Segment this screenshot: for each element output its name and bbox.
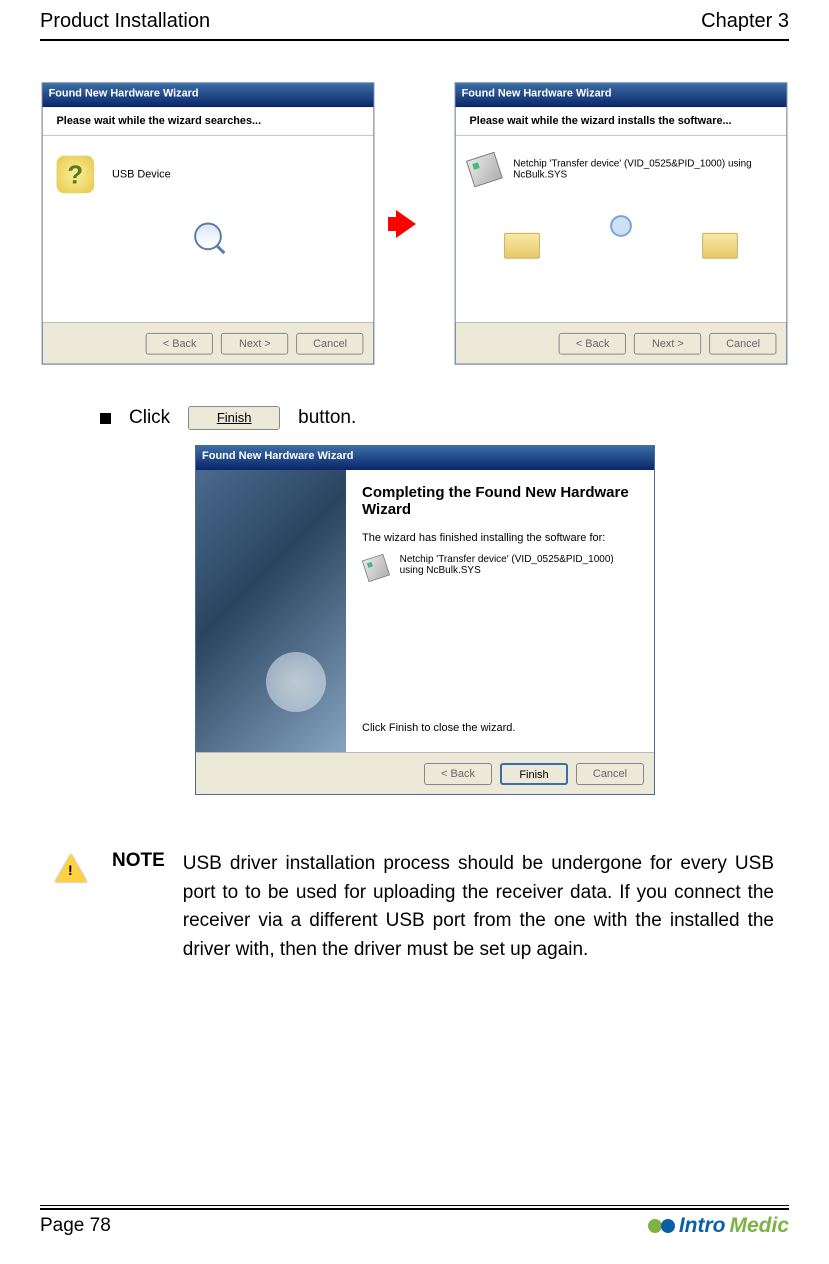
finish-button-inline-label: Finish — [217, 410, 252, 425]
header-left: Product Installation — [40, 10, 210, 33]
logo-text-1: Intro — [679, 1214, 726, 1238]
wizard3-cancel-button[interactable]: Cancel — [576, 763, 644, 785]
search-icon — [194, 223, 222, 251]
wizard1-body: USB Device — [43, 136, 374, 322]
warning-icon — [55, 854, 87, 882]
wizard3-buttons: < Back Finish Cancel — [196, 752, 654, 794]
wizard-install: Found New Hardware Wizard Please wait wh… — [454, 82, 787, 364]
wizard2-subhead: Please wait while the wizard installs th… — [455, 107, 786, 136]
wizard-search: Found New Hardware Wizard Please wait wh… — [42, 82, 375, 364]
red-arrow-icon — [396, 210, 416, 238]
wizard3-line1: The wizard has finished installing the s… — [362, 532, 638, 544]
wizard3-finish-button[interactable]: Finish — [500, 763, 568, 785]
wizard3-back-button[interactable]: < Back — [424, 763, 492, 785]
folder-icon — [504, 233, 540, 259]
wizard3-side-graphic — [196, 470, 346, 752]
bullet-click-text: Click — [129, 407, 170, 429]
logo-dot-blue — [661, 1219, 675, 1233]
logo-text-2: Medic — [729, 1214, 789, 1238]
logo-dot-green — [648, 1219, 662, 1233]
wizard2-next-button[interactable]: Next > — [634, 332, 701, 354]
wizard3-line2: Netchip 'Transfer device' (VID_0525&PID_… — [400, 554, 638, 576]
question-icon — [57, 156, 95, 194]
note-block: NOTE USB driver installation process sho… — [40, 850, 789, 964]
wizard1-next-button[interactable]: Next > — [221, 332, 288, 354]
wizard-complete: Found New Hardware Wizard Completing the… — [195, 445, 655, 795]
wizard1-buttons: < Back Next > Cancel — [43, 322, 374, 364]
square-bullet-icon — [100, 413, 111, 424]
page-number: Page 78 — [40, 1215, 111, 1237]
wizard2-back-button[interactable]: < Back — [559, 332, 626, 354]
header-rule — [40, 39, 789, 41]
wizard3-heading: Completing the Found New Hardware Wizard — [362, 484, 638, 518]
wizard2-buttons: < Back Next > Cancel — [455, 322, 786, 364]
device-card-icon-2 — [362, 554, 390, 582]
wizard1-back-button[interactable]: < Back — [146, 332, 213, 354]
wizard1-cancel-button[interactable]: Cancel — [296, 332, 363, 354]
wizard1-subhead: Please wait while the wizard searches... — [43, 107, 374, 136]
wizard3-line3: Click Finish to close the wizard. — [362, 722, 638, 734]
wizard3-titlebar: Found New Hardware Wizard — [196, 446, 654, 470]
note-label: NOTE — [112, 850, 165, 964]
wizard2-device: Netchip 'Transfer device' (VID_0525&PID_… — [513, 159, 773, 181]
bullet-click-finish: Click Finish button. — [100, 406, 789, 430]
wizard1-device: USB Device — [112, 169, 171, 181]
note-text: USB driver installation process should b… — [183, 850, 774, 964]
footer-rule-1 — [40, 1205, 789, 1206]
bullet-suffix: button. — [298, 407, 356, 429]
header-right: Chapter 3 — [701, 10, 789, 33]
wizard2-cancel-button[interactable]: Cancel — [709, 332, 776, 354]
wizard2-body: Netchip 'Transfer device' (VID_0525&PID_… — [455, 136, 786, 322]
footer-logo: IntroMedic — [648, 1214, 789, 1238]
wizard2-titlebar: Found New Hardware Wizard — [455, 83, 786, 107]
device-card-icon — [466, 152, 503, 188]
disc-icon — [610, 215, 632, 237]
finish-button-inline[interactable]: Finish — [188, 406, 280, 430]
wizard1-titlebar: Found New Hardware Wizard — [43, 83, 374, 107]
folder-icon-2 — [702, 233, 738, 259]
